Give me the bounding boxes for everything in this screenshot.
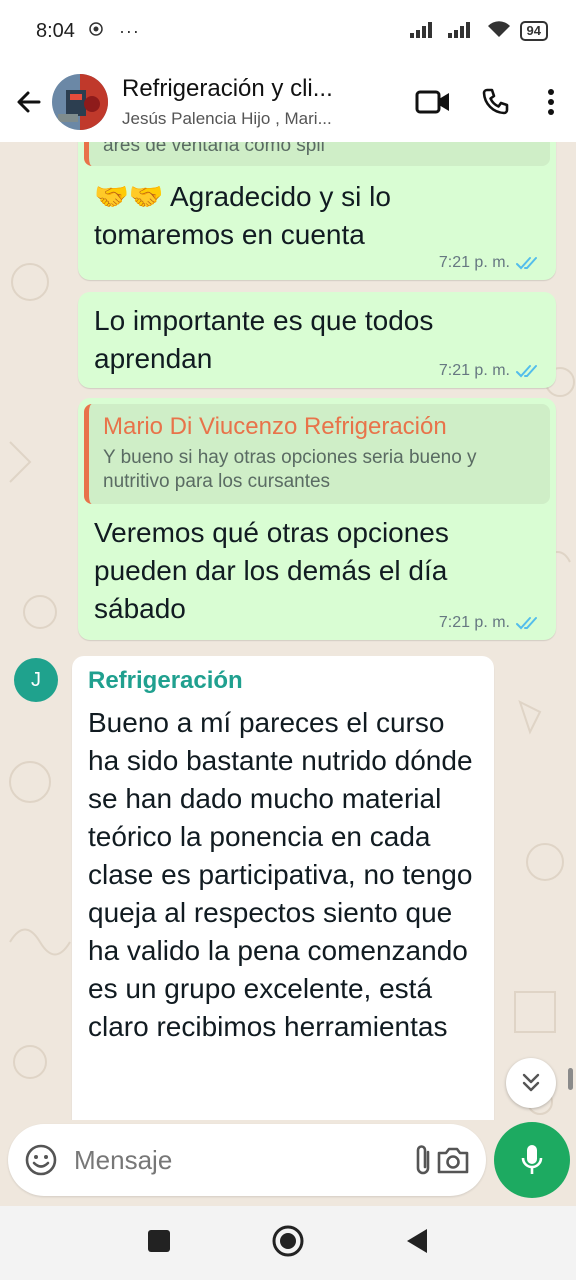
emoji-icon (25, 1144, 57, 1176)
chat-participants: Jesús Palencia Hijo , Mari... (122, 109, 332, 128)
paperclip-icon (416, 1145, 429, 1175)
status-bar: 8:04 ··· 94 (0, 0, 576, 62)
camera-button[interactable] (436, 1145, 470, 1175)
signal-icon (409, 20, 440, 43)
phone-icon (482, 88, 509, 115)
scrollbar-thumb[interactable] (568, 1068, 573, 1090)
arrow-left-icon (17, 91, 41, 113)
message-meta: 7:21 p. m. (439, 254, 542, 272)
quoted-message-text: ares de ventana como spli (103, 142, 325, 156)
message-bubble-outgoing[interactable]: Mario Di Viucenzo Refrigeración Y bueno … (78, 398, 556, 640)
sender-name[interactable]: Refrigeración (88, 666, 243, 696)
camera-icon (437, 1147, 469, 1174)
quoted-message[interactable]: Mario Di Viucenzo Refrigeración Y bueno … (84, 404, 550, 504)
double-chevron-down-icon (522, 1073, 540, 1092)
wifi-icon (486, 19, 512, 44)
double-check-icon (516, 365, 537, 378)
quoted-message-text: Y bueno si hay otras opciones seria buen… (103, 447, 477, 492)
system-navigation-bar (0, 1206, 576, 1280)
message-list[interactable]: ares de ventana como spli 🤝🤝 Agradecido … (0, 142, 576, 1120)
message-bubble-outgoing[interactable]: ares de ventana como spli 🤝🤝 Agradecido … (78, 142, 556, 280)
message-time: 7:21 p. m. (438, 254, 510, 271)
voice-call-button[interactable] (464, 87, 526, 117)
attach-button[interactable] (409, 1142, 436, 1178)
microphone-icon (521, 1145, 543, 1174)
notification-icon (89, 21, 103, 41)
double-check-icon (516, 617, 537, 630)
message-meta: 7:21 p. m. (439, 362, 542, 380)
triangle-back-icon (407, 1228, 427, 1253)
quoted-message[interactable]: ares de ventana como spli (84, 142, 550, 166)
chat-header: Refrigeración y cli... Jesús Palencia Hi… (0, 62, 576, 142)
group-avatar[interactable] (52, 74, 108, 130)
chat-title: Refrigeración y cli... (122, 75, 333, 102)
sender-avatar[interactable]: J (14, 658, 58, 702)
message-text: Veremos qué otras opciones pueden dar lo… (94, 517, 449, 624)
message-input[interactable] (74, 1144, 409, 1176)
message-bubble-outgoing[interactable]: Lo importante es que todos aprendan 7:21… (78, 292, 556, 388)
battery-indicator: 94 (519, 21, 548, 41)
more-vertical-icon (548, 89, 554, 115)
message-meta: 7:21 p. m. (439, 614, 542, 632)
recent-apps-button[interactable] (147, 1229, 171, 1258)
back-nav-button[interactable] (405, 1228, 429, 1259)
message-bubble-incoming[interactable]: Refrigeración Bueno a mí pareces el curs… (72, 656, 494, 1120)
signal-icon-2 (447, 20, 478, 43)
voice-message-button[interactable] (494, 1122, 570, 1198)
more-notifications-icon: ··· (118, 20, 140, 41)
quoted-sender-name: Mario Di Viucenzo Refrigeración (103, 413, 447, 440)
emoji-button[interactable] (24, 1143, 58, 1177)
message-time: 7:21 p. m. (438, 614, 510, 631)
double-check-icon (516, 257, 537, 270)
message-text: Bueno a mí pareces el curso ha sido bast… (88, 707, 473, 1042)
scroll-to-bottom-button[interactable] (506, 1058, 556, 1108)
home-circle-icon (272, 1225, 304, 1256)
status-time: 8:04 (36, 19, 75, 42)
message-text: 🤝🤝 Agradecido y si lo tomaremos en cuent… (94, 181, 391, 250)
chat-info[interactable]: Refrigeración y cli... Jesús Palencia Hi… (122, 75, 402, 129)
video-call-button[interactable] (402, 89, 464, 115)
menu-button[interactable] (526, 88, 576, 116)
message-time: 7:21 p. m. (438, 362, 510, 379)
composer-bar (8, 1124, 486, 1196)
message-text: Lo importante es que todos aprendan (94, 305, 434, 374)
square-icon (148, 1229, 170, 1252)
home-button[interactable] (271, 1224, 305, 1263)
video-camera-icon (415, 90, 449, 114)
back-button[interactable] (6, 88, 52, 116)
